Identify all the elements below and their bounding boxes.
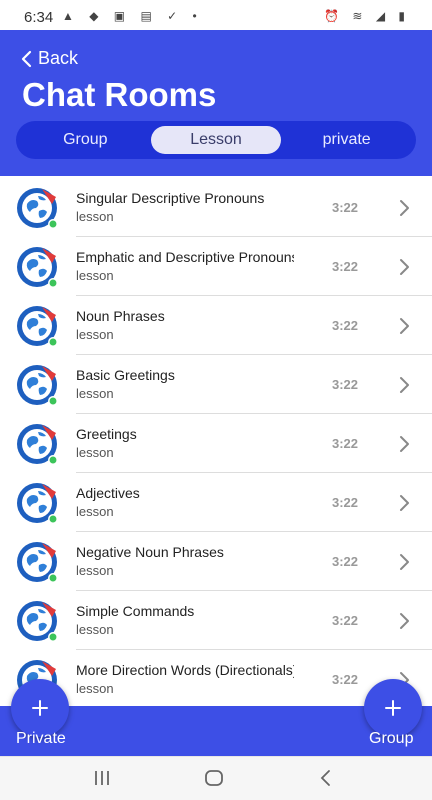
- plus-icon: [385, 700, 401, 716]
- new-private-chat-button[interactable]: [11, 679, 69, 737]
- recent-apps-icon[interactable]: [92, 769, 112, 787]
- tab-lesson[interactable]: Lesson: [150, 126, 282, 154]
- status-time: 6:34: [24, 9, 54, 26]
- globe-avatar-icon: [17, 365, 58, 406]
- globe-avatar-icon: [17, 188, 58, 229]
- back-label: Back: [38, 48, 79, 68]
- list-item[interactable]: Greetings lesson 3:22: [0, 414, 432, 473]
- notification-icons: ▲ ◆ ▣ ▤ ✓ •: [62, 9, 203, 23]
- tab-group[interactable]: Group: [20, 126, 151, 154]
- globe-avatar-icon: [17, 542, 58, 583]
- room-time: 3:22: [332, 436, 359, 451]
- room-name: Basic Greetings: [76, 367, 175, 383]
- room-name: Simple Commands: [76, 603, 195, 619]
- system-icons: ⏰ ≋ ◢ ▮: [324, 9, 410, 23]
- home-icon[interactable]: [204, 769, 224, 787]
- room-time: 3:22: [332, 377, 359, 392]
- room-name: Adjectives: [76, 485, 140, 501]
- globe-avatar-icon: [17, 247, 58, 288]
- private-button-label: Private: [16, 730, 66, 747]
- globe-avatar-icon: [17, 424, 58, 465]
- system-nav-bar: [0, 756, 432, 800]
- room-type: lesson: [76, 209, 114, 224]
- room-name: Negative Noun Phrases: [76, 544, 224, 560]
- room-name: Singular Descriptive Pronouns: [76, 190, 265, 206]
- app-header: Back Chat Rooms Group Lesson private: [0, 30, 432, 176]
- plus-icon: [32, 700, 48, 716]
- list-item[interactable]: Emphatic and Descriptive Pronouns lesson…: [0, 237, 432, 296]
- list-item[interactable]: Adjectives lesson 3:22: [0, 473, 432, 532]
- globe-avatar-icon: [17, 483, 58, 524]
- list-item[interactable]: Basic Greetings lesson 3:22: [0, 355, 432, 414]
- room-name: Noun Phrases: [76, 308, 165, 324]
- chevron-right-icon: [400, 377, 409, 393]
- room-type: lesson: [76, 681, 114, 696]
- list-item[interactable]: Negative Noun Phrases lesson 3:22: [0, 532, 432, 591]
- room-type-tabs: Group Lesson private: [16, 121, 416, 159]
- chevron-right-icon: [400, 554, 409, 570]
- status-bar: 6:34 ▲ ◆ ▣ ▤ ✓ • ⏰ ≋ ◢ ▮: [0, 0, 432, 34]
- room-type: lesson: [76, 327, 114, 342]
- room-time: 3:22: [332, 554, 359, 569]
- room-type: lesson: [76, 563, 114, 578]
- room-time: 3:22: [332, 672, 359, 687]
- chevron-right-icon: [400, 495, 409, 511]
- room-time: 3:22: [332, 318, 359, 333]
- globe-avatar-icon: [17, 306, 58, 347]
- back-nav-icon[interactable]: [318, 769, 334, 787]
- room-type: lesson: [76, 445, 114, 460]
- room-type: lesson: [76, 504, 114, 519]
- chevron-right-icon: [400, 613, 409, 629]
- list-item[interactable]: Noun Phrases lesson 3:22: [0, 296, 432, 355]
- chevron-right-icon: [400, 436, 409, 452]
- chevron-right-icon: [400, 318, 409, 334]
- room-name: Greetings: [76, 426, 137, 442]
- room-type: lesson: [76, 386, 114, 401]
- back-button[interactable]: Back: [20, 48, 78, 69]
- tab-private[interactable]: private: [281, 126, 412, 154]
- room-type: lesson: [76, 622, 114, 637]
- room-name: Emphatic and Descriptive Pronouns: [76, 249, 294, 265]
- chevron-left-icon: [21, 50, 32, 67]
- page-title: Chat Rooms: [22, 76, 217, 113]
- room-time: 3:22: [332, 613, 359, 628]
- chat-room-list[interactable]: Singular Descriptive Pronouns lesson 3:2…: [0, 178, 432, 706]
- new-group-chat-button[interactable]: [364, 679, 422, 737]
- room-time: 3:22: [332, 259, 359, 274]
- room-type: lesson: [76, 268, 114, 283]
- list-item[interactable]: Singular Descriptive Pronouns lesson 3:2…: [0, 178, 432, 237]
- room-name: More Direction Words (Directionals): [76, 662, 294, 678]
- room-time: 3:22: [332, 495, 359, 510]
- list-item[interactable]: Simple Commands lesson 3:22: [0, 591, 432, 650]
- room-time: 3:22: [332, 200, 359, 215]
- globe-avatar-icon: [17, 601, 58, 642]
- chevron-right-icon: [400, 200, 409, 216]
- group-button-label: Group: [369, 730, 414, 747]
- chevron-right-icon: [400, 259, 409, 275]
